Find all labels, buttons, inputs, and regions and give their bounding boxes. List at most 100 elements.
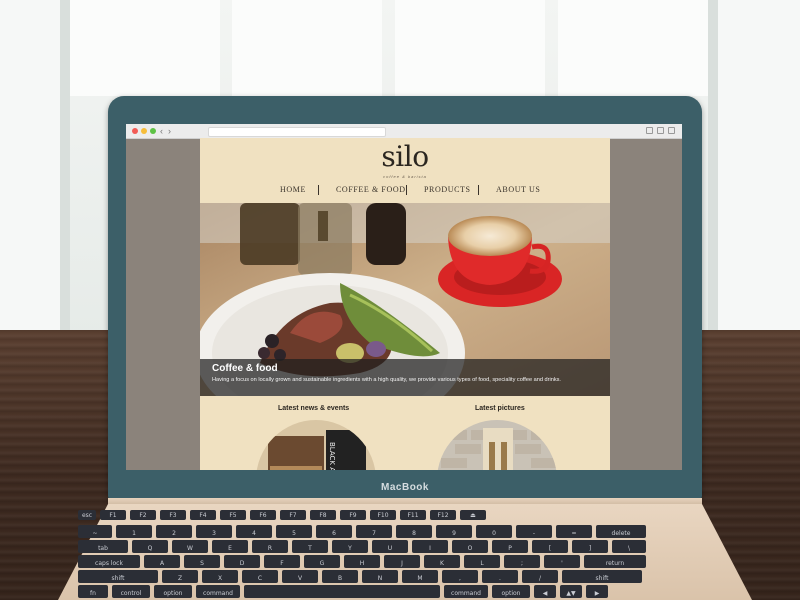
window-pane [70, 0, 220, 96]
keyboard-key: ◀ [534, 585, 556, 598]
keyboard-key: delete [596, 525, 646, 538]
share-icon[interactable] [646, 127, 653, 134]
keyboard-key: option [154, 585, 192, 598]
keyboard-key: 2 [156, 525, 192, 538]
keyboard-key: M [402, 570, 438, 583]
keyboard-row: esc F1 F2 F3 F4 F5 F6 F7 F8 F9 F10 F11 F12 ⏏ [78, 510, 486, 520]
laptop-brand-label: MacBook [381, 482, 429, 493]
nav-item-about-us[interactable]: ABOUT US [496, 185, 540, 194]
keyboard-key: B [322, 570, 358, 583]
window-pane [718, 0, 800, 330]
nav-item-products[interactable]: PRODUCTS [424, 185, 471, 194]
keyboard-key: R [252, 540, 288, 553]
keyboard-row: caps lock A S D F G H J K L; ' return [78, 555, 646, 568]
keyboard-key: O [452, 540, 488, 553]
keyboard-key: 4 [236, 525, 272, 538]
site-logo[interactable]: silo [200, 140, 610, 173]
keyboard-key: caps lock [78, 555, 140, 568]
keyboard-key: Y [332, 540, 368, 553]
sidebar-icon[interactable] [668, 127, 675, 134]
keyboard-key: ▶ [586, 585, 608, 598]
keyboard-key: W [172, 540, 208, 553]
silo-website: silo coffee & barista HOME COFFEE & FOOD… [200, 138, 610, 470]
keyboard-key: F1 [100, 510, 126, 520]
keyboard-key: ' [544, 555, 580, 568]
keyboard-key: 1 [116, 525, 152, 538]
keyboard-key: X [202, 570, 238, 583]
hero-title: Coffee & food [212, 363, 278, 374]
keyboard-key: / [522, 570, 558, 583]
keyboard-key: return [584, 555, 646, 568]
keyboard-key: F6 [250, 510, 276, 520]
forward-icon[interactable]: › [168, 125, 171, 137]
maximize-window-icon[interactable] [150, 128, 156, 134]
keyboard-key: , [442, 570, 478, 583]
news-sign-text: BLACK AEROPRESS COLD BREW FILTER COFFEE [328, 442, 336, 470]
keyboard-key: ⏏ [460, 510, 486, 520]
nav-item-coffee-food[interactable]: COFFEE & FOOD [336, 185, 406, 194]
keyboard-key: 6 [316, 525, 352, 538]
keyboard-key: F7 [280, 510, 306, 520]
keyboard-key: esc [78, 510, 96, 520]
keyboard-key: control [112, 585, 150, 598]
keyboard-key: [ [532, 540, 568, 553]
news-photo: BLACK AEROPRESS COLD BREW FILTER COFFEE [256, 420, 376, 470]
keyboard-key: command [196, 585, 240, 598]
pictures-photo [437, 420, 557, 470]
address-bar[interactable] [208, 127, 386, 137]
keyboard-key: N [362, 570, 398, 583]
keyboard-key: ▲▼ [560, 585, 582, 598]
keyboard-key: G [304, 555, 340, 568]
keyboard-key: F3 [160, 510, 186, 520]
keyboard-key: J [384, 555, 420, 568]
keyboard-key: 8 [396, 525, 432, 538]
keyboard-key: Q [132, 540, 168, 553]
keyboard-key: ~ [78, 525, 112, 538]
nav-separator [406, 185, 407, 195]
minimize-window-icon[interactable] [141, 128, 147, 134]
news-thumbnail[interactable]: BLACK AEROPRESS COLD BREW FILTER COFFEE [256, 420, 376, 470]
keyboard-key: F4 [190, 510, 216, 520]
keyboard-key: shift [78, 570, 158, 583]
keyboard-key: ; [504, 555, 540, 568]
pictures-thumbnail[interactable] [437, 420, 557, 470]
keyboard-key: fn [78, 585, 108, 598]
keyboard-row: tab Q W E R T Y U I O P [] \ [78, 540, 646, 553]
keyboard-key: E [212, 540, 248, 553]
keyboard-key: C [242, 570, 278, 583]
back-icon[interactable]: ‹ [160, 125, 163, 137]
keyboard-key: F11 [400, 510, 426, 520]
keyboard-row: shift Z X C V B N M,. / shift [78, 570, 642, 583]
keyboard-key: D [224, 555, 260, 568]
keyboard-key: shift [562, 570, 642, 583]
keyboard-key: 9 [436, 525, 472, 538]
browser-toolbar: ‹ › [126, 124, 682, 139]
nav-separator [318, 185, 319, 195]
keyboard-key: L [464, 555, 500, 568]
keyboard-key: F [264, 555, 300, 568]
tabs-icon[interactable] [657, 127, 664, 134]
keyboard-key: U [372, 540, 408, 553]
keyboard-key: = [556, 525, 592, 538]
keyboard-key: I [412, 540, 448, 553]
keyboard-key: 5 [276, 525, 312, 538]
latest-pictures-heading: Latest pictures [475, 405, 525, 412]
window-pane [0, 0, 60, 330]
keyboard-key: 0 [476, 525, 512, 538]
main-navigation: HOME COFFEE & FOOD PRODUCTS ABOUT US [200, 185, 610, 197]
keyboard-key: F8 [310, 510, 336, 520]
keyboard-key: 7 [356, 525, 392, 538]
window-pane [232, 0, 382, 96]
close-window-icon[interactable] [132, 128, 138, 134]
keyboard-key: 3 [196, 525, 232, 538]
keyboard-key: Z [162, 570, 198, 583]
keyboard-key: V [282, 570, 318, 583]
keyboard-key: T [292, 540, 328, 553]
latest-news-heading: Latest news & events [278, 405, 350, 412]
keyboard-row: ~1 2 3 4 5 6 7 8 9 0- = delete [78, 525, 646, 538]
site-tagline: coffee & barista [383, 174, 427, 179]
nav-item-home[interactable]: HOME [280, 185, 306, 194]
keyboard-key: F9 [340, 510, 366, 520]
keyboard-key: H [344, 555, 380, 568]
hero-description: Having a focus on locally grown and sust… [212, 377, 561, 383]
